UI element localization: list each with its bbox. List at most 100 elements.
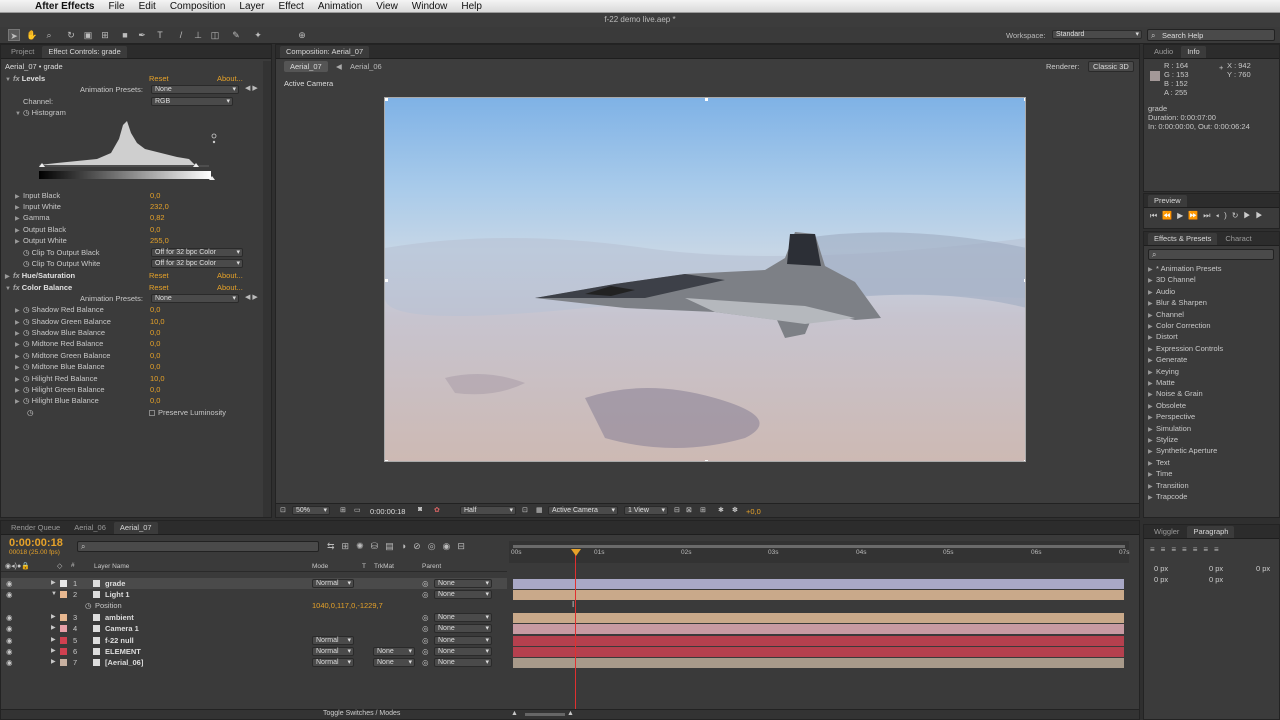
effect-controls-scrollbar[interactable] xyxy=(263,61,271,517)
color-balance-effect-header[interactable]: ▼ fx Color Balance xyxy=(5,282,72,293)
frame-blend-icon[interactable]: ▤ xyxy=(385,541,401,551)
layer-row[interactable]: ◉ ▶ 6 ELEMENT Normal None ◎ None xyxy=(1,646,507,657)
twirl-icon[interactable]: ▶ xyxy=(51,623,56,634)
tab-audio[interactable]: Audio xyxy=(1148,46,1179,58)
draft-3d-icon[interactable]: ✺ xyxy=(356,541,371,551)
justify-right-icon[interactable]: ≡ xyxy=(1203,545,1214,554)
midtone-red-value[interactable]: 0,0 xyxy=(150,338,160,349)
clip-black-dropdown[interactable]: Off for 32 bpc Color xyxy=(151,248,243,257)
transparency-grid-icon[interactable]: ▦ xyxy=(536,506,543,514)
effects-category-item[interactable]: ▶ Transition xyxy=(1148,480,1189,491)
hue-saturation-about-link[interactable]: About... xyxy=(217,270,243,281)
levels-presets-arrows-icon[interactable]: ◀ ▶ xyxy=(245,84,258,92)
preserve-stopwatch-icon[interactable]: ◷ xyxy=(27,407,34,418)
color-balance-presets-dropdown[interactable]: None xyxy=(151,294,239,303)
play-icon[interactable]: ▶ xyxy=(1177,211,1188,220)
label-color-swatch[interactable] xyxy=(60,591,67,598)
layer-row[interactable]: ◉ ▶ 1 grade Normal ◎ None xyxy=(1,578,507,589)
layer-row[interactable]: ◉ ▶ 4 Camera 1 ◎ None xyxy=(1,623,507,634)
effects-category-item[interactable]: ▶ Time xyxy=(1148,468,1172,479)
indent-left-value[interactable]: 0 px xyxy=(1154,563,1168,574)
effects-category-item[interactable]: ▶ * Animation Presets xyxy=(1148,263,1221,274)
timeline-search-input[interactable]: ⌕ xyxy=(77,541,319,552)
layer-name[interactable]: [Aerial_06] xyxy=(105,657,143,668)
color-balance-about-link[interactable]: About... xyxy=(217,282,243,293)
layer-name[interactable]: Light 1 xyxy=(105,589,130,600)
layer-row[interactable]: ◉ ▶ 7 [Aerial_06] Normal None ◎ None xyxy=(1,657,507,668)
selection-tool-icon[interactable]: ➤ xyxy=(8,29,20,41)
align-center-icon[interactable]: ≡ xyxy=(1161,545,1172,554)
prop-midtone-blue[interactable]: ▶ ◷ Midtone Blue Balance xyxy=(15,361,105,372)
twirl-icon[interactable]: ▼ xyxy=(51,589,57,600)
prop-shadow-red[interactable]: ▶ ◷ Shadow Red Balance xyxy=(15,304,104,315)
menu-animation[interactable]: Animation xyxy=(311,0,369,13)
effects-category-item[interactable]: ▶ Perspective xyxy=(1148,411,1195,422)
reset-exposure-icon[interactable]: ✽ xyxy=(732,506,738,514)
layer-name[interactable]: ambient xyxy=(105,612,134,623)
layer-mode-dropdown[interactable]: Normal xyxy=(312,636,354,645)
label-color-swatch[interactable] xyxy=(60,637,67,644)
prop-hilight-red[interactable]: ▶ ◷ Hilight Red Balance xyxy=(15,373,98,384)
keyframe-icon[interactable]: ◉ xyxy=(443,541,458,551)
indent-right-value[interactable]: 0 px xyxy=(1209,563,1223,574)
composition-viewer[interactable] xyxy=(384,97,1026,462)
breadcrumb-aerial-07[interactable]: Aerial_07 xyxy=(284,61,328,72)
shadow-red-value[interactable]: 0,0 xyxy=(150,304,160,315)
toggle-switches-modes[interactable]: Toggle Switches / Modes xyxy=(323,710,400,717)
layer-mode-dropdown[interactable]: Normal xyxy=(312,579,354,588)
pickwhip-icon[interactable]: ◎ xyxy=(422,578,429,589)
tab-aerial-06[interactable]: Aerial_06 xyxy=(68,522,112,534)
pen-tool-icon[interactable]: ✒ xyxy=(136,29,148,41)
layer-duration-bar[interactable] xyxy=(513,612,1124,623)
color-balance-reset-link[interactable]: Reset xyxy=(149,282,169,293)
region-of-interest-icon[interactable]: ⊡ xyxy=(522,506,528,514)
layer-mode-dropdown[interactable]: Normal xyxy=(312,658,354,667)
safe-margins-icon[interactable]: ⊞ xyxy=(340,506,346,514)
menu-layer[interactable]: Layer xyxy=(232,0,271,13)
layer-parent-dropdown[interactable]: None xyxy=(434,590,492,599)
comp-mini-flowchart-icon[interactable]: ⇆ xyxy=(327,541,342,551)
prop-shadow-green[interactable]: ▶ ◷ Shadow Green Balance xyxy=(15,316,111,327)
position-property-row[interactable]: ◷ Position 1040,0,117,0,-1229,7 xyxy=(1,600,507,611)
graph-editor-icon[interactable]: ⊘ xyxy=(413,541,428,551)
puppet-tool-icon[interactable]: ✦ xyxy=(252,29,264,41)
layer-parent-dropdown[interactable]: None xyxy=(434,658,492,667)
color-balance-presets-arrows-icon[interactable]: ◀ ▶ xyxy=(245,293,258,301)
effects-category-item[interactable]: ▶ Audio xyxy=(1148,286,1175,297)
pickwhip-icon[interactable]: ◎ xyxy=(422,657,429,668)
prop-midtone-red[interactable]: ▶ ◷ Midtone Red Balance xyxy=(15,338,103,349)
twirl-icon[interactable]: ▶ xyxy=(51,646,56,657)
view-layout-dropdown[interactable]: 1 View xyxy=(624,506,668,515)
brush-tool-icon[interactable]: / xyxy=(175,29,187,41)
hand-tool-icon[interactable]: ✋ xyxy=(26,29,38,41)
histogram-label[interactable]: ▼ ◷ Histogram xyxy=(15,107,66,118)
shadow-green-value[interactable]: 10,0 xyxy=(150,316,165,327)
exposure-value[interactable]: +0,0 xyxy=(746,507,761,516)
layer-trkmat-dropdown[interactable]: None xyxy=(373,647,415,656)
effects-category-item[interactable]: ▶ Keying xyxy=(1148,366,1179,377)
preserve-luminosity-checkbox[interactable]: Preserve Luminosity xyxy=(149,407,226,418)
eye-icon[interactable]: ◉ xyxy=(6,646,13,657)
layer-parent-dropdown[interactable]: None xyxy=(434,613,492,622)
first-frame-icon[interactable]: ⏮ xyxy=(1150,211,1162,220)
menu-edit[interactable]: Edit xyxy=(132,0,163,13)
fast-previews-icon[interactable]: ⊠ xyxy=(686,506,692,514)
levels-about-link[interactable]: About... xyxy=(217,73,243,84)
layer-parent-dropdown[interactable]: None xyxy=(434,579,492,588)
toggle-pixel-aspect-icon[interactable]: ⊟ xyxy=(674,506,680,514)
layer-duration-bar[interactable] xyxy=(513,623,1124,634)
levels-reset-link[interactable]: Reset xyxy=(149,73,169,84)
layer-parent-dropdown[interactable]: None xyxy=(434,636,492,645)
label-color-swatch[interactable] xyxy=(60,614,67,621)
timeline-timecode[interactable]: 0:00:00:18 xyxy=(9,537,63,549)
stopwatch-icon[interactable]: ◷ xyxy=(85,600,92,611)
prop-shadow-blue[interactable]: ▶ ◷ Shadow Blue Balance xyxy=(15,327,105,338)
tab-aerial-07[interactable]: Aerial_07 xyxy=(113,522,158,534)
pan-behind-tool-icon[interactable]: ⊞ xyxy=(99,29,111,41)
tab-preview[interactable]: Preview xyxy=(1148,195,1187,207)
layer-trkmat-dropdown[interactable]: None xyxy=(373,658,415,667)
position-value[interactable]: 1040,0,117,0,-1229,7 xyxy=(312,600,383,611)
effects-category-item[interactable]: ▶ Synthetic Aperture xyxy=(1148,445,1217,456)
work-area-bar[interactable] xyxy=(513,545,1125,548)
indent-first-value[interactable]: 0 px xyxy=(1256,563,1270,574)
